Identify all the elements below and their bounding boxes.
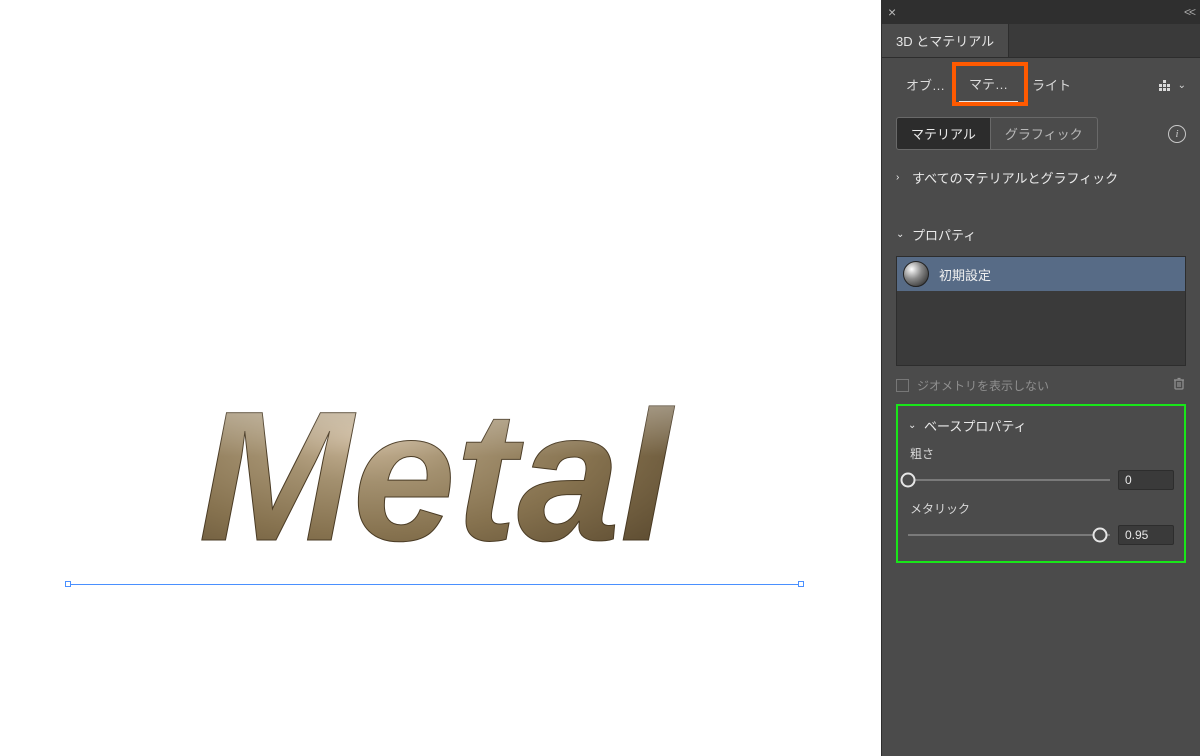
roughness-label: 粗さ — [910, 445, 1174, 462]
info-icon[interactable]: i — [1168, 125, 1186, 143]
canvas-area[interactable]: Metal Metal — [0, 0, 881, 756]
grid-icon — [1158, 78, 1174, 94]
section-base-properties-label: ベースプロパティ — [924, 416, 1027, 435]
section-all-materials-label: すべてのマテリアルとグラフィック — [912, 168, 1118, 187]
trash-icon[interactable] — [1172, 376, 1186, 394]
subtab-row: マテリアル グラフィック i — [896, 117, 1186, 150]
canvas-3d-text: Metal Metal — [50, 380, 820, 580]
tab-object[interactable]: オブ… — [896, 69, 955, 102]
chevron-down-icon: ⌄ — [908, 420, 918, 431]
subtab-material[interactable]: マテリアル — [896, 117, 991, 150]
material-item-label: 初期設定 — [939, 265, 991, 284]
metallic-slider-thumb[interactable] — [1092, 528, 1107, 543]
panel-body: オブ… マテ… ライト ⌄ マテリアル グラフィック i — [882, 58, 1200, 756]
top-tabs-row: オブ… マテ… ライト ⌄ — [896, 68, 1186, 103]
roughness-slider-row: 0 — [908, 470, 1174, 490]
section-base-properties[interactable]: ⌄ ベースプロパティ — [908, 416, 1174, 435]
material-item-default[interactable]: 初期設定 — [897, 257, 1185, 291]
roughness-slider-thumb[interactable] — [901, 473, 916, 488]
materials-panel: × << 3D とマテリアル オブ… マテ… ライト ⌄ — [881, 0, 1200, 756]
selection-handle-right[interactable] — [798, 581, 804, 587]
hide-geometry-row: ジオメトリを表示しない — [896, 376, 1186, 394]
metallic-label: メタリック — [910, 500, 1174, 517]
metal-render: Metal Metal — [50, 380, 820, 580]
tab-material[interactable]: マテ… — [959, 68, 1018, 103]
roughness-slider[interactable] — [908, 473, 1110, 487]
render-settings-button[interactable]: ⌄ — [1158, 78, 1186, 94]
canvas-text-glyphs: Metal — [199, 380, 675, 580]
annotation-green-box: ⌄ ベースプロパティ 粗さ 0 メタリック 0.95 — [896, 404, 1186, 563]
slider-track-line — [908, 479, 1110, 481]
canvas-text-highlight: Metal — [199, 380, 675, 580]
panel-header: × << — [882, 0, 1200, 24]
selection-baseline — [68, 584, 801, 585]
metallic-slider-row: 0.95 — [908, 525, 1174, 545]
selection-handle-left[interactable] — [65, 581, 71, 587]
chevron-right-icon: › — [896, 172, 906, 183]
section-properties-label: プロパティ — [912, 225, 976, 244]
hide-geometry-checkbox[interactable] — [896, 379, 909, 392]
subtab-graphic[interactable]: グラフィック — [991, 117, 1098, 150]
material-swatch-icon — [903, 261, 929, 287]
chevron-down-icon: ⌄ — [1178, 80, 1186, 91]
close-icon[interactable]: × — [888, 4, 896, 20]
metallic-slider[interactable] — [908, 528, 1110, 542]
panel-collapse-icon[interactable]: << — [1184, 5, 1194, 19]
section-all-materials[interactable]: › すべてのマテリアルとグラフィック — [896, 168, 1186, 187]
tab-light[interactable]: ライト — [1022, 69, 1081, 102]
slider-track-line — [908, 534, 1110, 536]
hide-geometry-label: ジオメトリを表示しない — [917, 377, 1049, 394]
chevron-down-icon: ⌄ — [896, 229, 906, 240]
material-list: 初期設定 — [896, 256, 1186, 366]
metallic-input[interactable]: 0.95 — [1118, 525, 1174, 545]
section-properties[interactable]: ⌄ プロパティ — [896, 225, 1186, 244]
panel-tab-3d-materials[interactable]: 3D とマテリアル — [882, 24, 1009, 57]
roughness-input[interactable]: 0 — [1118, 470, 1174, 490]
panel-tab-strip: 3D とマテリアル — [882, 24, 1200, 58]
